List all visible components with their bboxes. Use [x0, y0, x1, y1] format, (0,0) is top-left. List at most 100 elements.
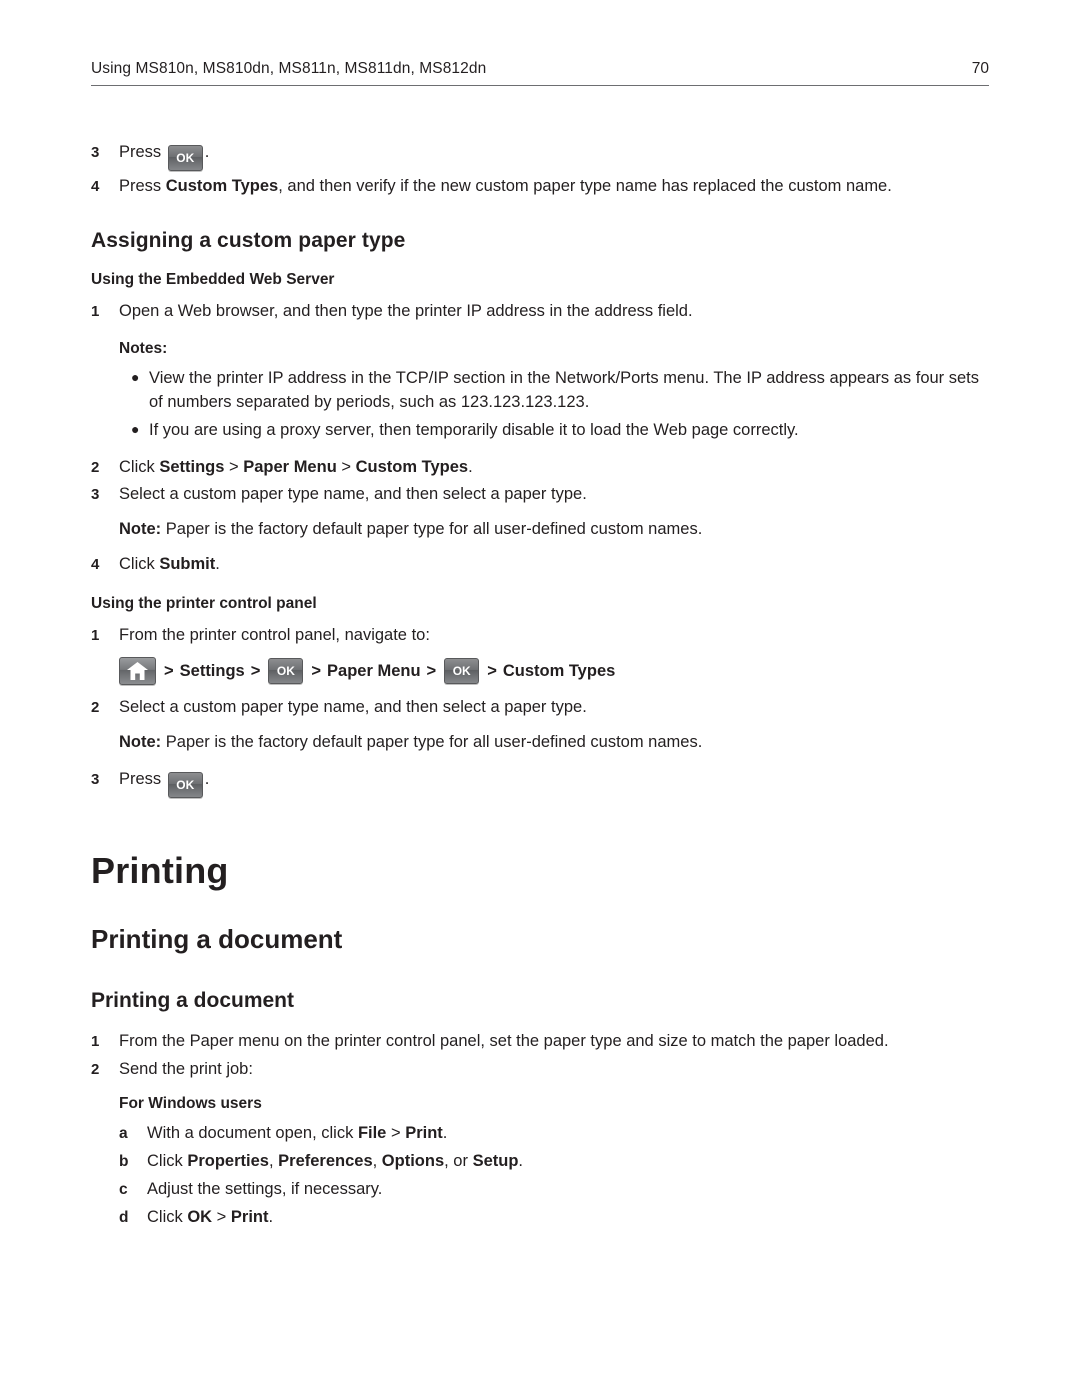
note-text: Paper is the factory default paper type … — [161, 733, 703, 752]
ok-key-icon: OK — [167, 145, 203, 171]
step-text: Select a custom paper type name, and the… — [119, 698, 587, 717]
bullet-dot-icon: ● — [131, 421, 140, 438]
step-number: 1 — [91, 626, 100, 644]
nav-paper-menu: Paper Menu — [327, 661, 421, 680]
subheading-embedded-web-server: Using the Embedded Web Server — [91, 270, 335, 288]
page-content: 3 Press OK. 4 Press Custom Types, and th… — [91, 140, 991, 1232]
separator: > — [250, 661, 261, 680]
separator: > — [212, 1207, 231, 1226]
bold-custom-types: Custom Types — [355, 457, 469, 476]
substep-letter: d — [119, 1208, 129, 1226]
note-bullet-proxy-server: ● If you are using a proxy server, then … — [91, 418, 991, 442]
step-press-ok-panel: 3 Press OK. — [91, 767, 991, 798]
bold-preferences: Preferences — [278, 1152, 373, 1171]
substep-letter: a — [119, 1125, 128, 1143]
step-click-settings-paper-menu: 2 Click Settings > Paper Menu > Custom T… — [91, 455, 991, 480]
period: . — [468, 457, 473, 476]
period: . — [204, 769, 210, 788]
substep-text: With a document open, click File > Print… — [147, 1121, 447, 1146]
note-bullet-ip-address: ● View the printer IP address in the TCP… — [91, 366, 991, 415]
step-number: 4 — [91, 555, 100, 573]
step-text: Click Settings > Paper Menu > Custom Typ… — [119, 455, 991, 480]
press-label: Press — [119, 769, 162, 788]
bold-options: Options — [381, 1152, 445, 1171]
substep-text: Adjust the settings, if necessary. — [147, 1179, 383, 1198]
substep-b-click-properties: b Click Properties, Preferences, Options… — [91, 1149, 991, 1174]
bullet-dot-icon: ● — [131, 368, 140, 385]
step-number: 4 — [91, 178, 100, 195]
document-page: Using MS810n, MS810dn, MS811n, MS811dn, … — [0, 0, 1080, 1397]
home-icon — [119, 657, 156, 686]
note-factory-default: Note: Paper is the factory default paper… — [91, 517, 991, 542]
step-text: From the Paper menu on the printer contr… — [119, 1031, 889, 1050]
step-send-print-job: 2 Send the print job: — [91, 1057, 991, 1082]
step-text: Select a custom paper type name, and the… — [119, 485, 587, 504]
bold-file: File — [357, 1124, 387, 1143]
text-fragment: Click — [147, 1152, 188, 1171]
step-number: 1 — [91, 1032, 100, 1050]
comma: , or — [444, 1152, 473, 1171]
separator: > — [386, 1124, 406, 1143]
separator: > — [426, 661, 437, 680]
note-label: Note: — [119, 733, 162, 752]
step-select-custom-paper-type: 3 Select a custom paper type name, and t… — [91, 482, 991, 507]
step-text: Send the print job: — [119, 1059, 253, 1078]
note-factory-default-panel: Note: Paper is the factory default paper… — [91, 730, 991, 755]
bold-ok: OK — [187, 1207, 213, 1226]
step-text: From the printer control panel, navigate… — [119, 625, 430, 644]
separator: > — [336, 457, 356, 476]
bold-print: Print — [405, 1124, 443, 1143]
chapter-title-printing: Printing — [91, 849, 229, 891]
chapter-subsection-printing-a-document: Printing a document — [91, 988, 295, 1012]
bold-paper-menu: Paper Menu — [243, 457, 337, 476]
step-text: Press OK. — [119, 140, 991, 171]
step-press-ok-top: 3 Press OK. — [91, 140, 991, 171]
subheading-printer-control-panel: Using the printer control panel — [91, 594, 317, 612]
step-click-submit: 4 Click Submit. — [91, 552, 991, 577]
separator: > — [164, 661, 174, 680]
step-number: 1 — [91, 302, 100, 320]
navigation-path: > Settings > OK > Paper Menu > OK > Cust… — [91, 657, 991, 686]
chapter-section-printing-a-document: Printing a document — [91, 923, 343, 954]
text-fragment: Click — [119, 554, 160, 573]
period: . — [518, 1152, 523, 1171]
nav-settings: Settings — [179, 661, 245, 680]
step-set-paper-type-size: 1 From the Paper menu on the printer con… — [91, 1029, 991, 1054]
separator: > — [311, 661, 322, 680]
step-number: 2 — [91, 699, 100, 717]
substep-letter: b — [119, 1153, 129, 1171]
substep-d-click-ok-print: d Click OK > Print. — [91, 1205, 991, 1230]
period: . — [215, 554, 220, 573]
step-number: 2 — [91, 1060, 100, 1078]
step-navigate-from-control-panel: 1 From the printer control panel, naviga… — [91, 623, 991, 648]
note-text: If you are using a proxy server, then te… — [149, 421, 799, 440]
step-select-custom-paper-type-panel: 2 Select a custom paper type name, and t… — [91, 695, 991, 720]
bold-print: Print — [230, 1207, 269, 1226]
note-text: View the printer IP address in the TCP/I… — [149, 368, 980, 411]
step-text: Press OK. — [119, 767, 991, 798]
substep-a-open-file-print: a With a document open, click File > Pri… — [91, 1121, 991, 1146]
substep-text: Click Properties, Preferences, Options, … — [147, 1149, 523, 1174]
step-text: Press Custom Types, and then verify if t… — [119, 174, 991, 199]
period: . — [442, 1124, 448, 1143]
bold-custom-types: Custom Types — [165, 177, 279, 195]
step-verify-custom-types: 4 Press Custom Types, and then verify if… — [91, 174, 991, 199]
substep-text: Click OK > Print. — [147, 1205, 273, 1230]
separator: > — [224, 457, 244, 476]
step-text: Click Submit. — [119, 552, 991, 577]
section-heading-assigning-custom-paper-type: Assigning a custom paper type — [91, 228, 406, 252]
subheading-for-windows-users: For Windows users — [119, 1095, 262, 1113]
step-number: 3 — [91, 486, 100, 504]
period: . — [268, 1207, 274, 1226]
text-fragment: Click — [147, 1207, 188, 1226]
ok-key-icon: OK — [444, 658, 480, 685]
text-fragment: Click — [119, 457, 160, 476]
notes-label: Notes: — [119, 339, 168, 357]
page-number: 70 — [971, 60, 989, 77]
step-number: 3 — [91, 770, 100, 788]
note-label: Note: — [119, 520, 162, 539]
bold-properties: Properties — [187, 1152, 269, 1171]
ok-key-icon: OK — [167, 771, 203, 798]
separator: > — [487, 661, 497, 680]
ok-key-icon: OK — [268, 658, 304, 685]
